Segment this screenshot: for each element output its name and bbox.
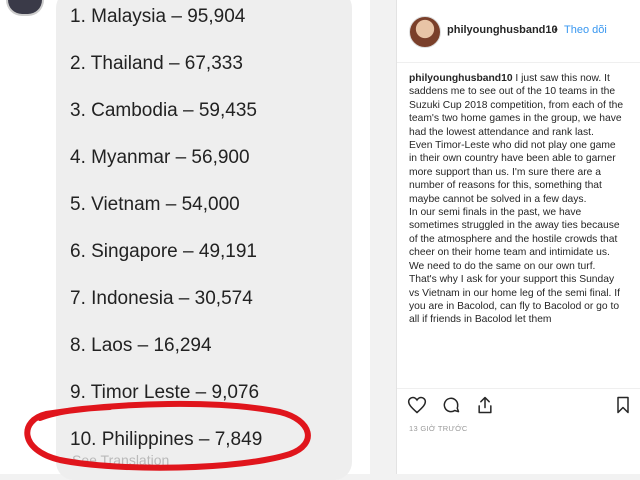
share-icon[interactable]	[475, 395, 495, 415]
post-caption: philyounghusband10 I just saw this now. …	[409, 72, 625, 382]
list-item: 2. Thailand – 67,333	[70, 53, 243, 74]
caption-paragraph: philyounghusband10 I just saw this now. …	[409, 72, 625, 139]
heart-icon[interactable]	[407, 395, 427, 415]
post-panel: philyounghusband10 • Theo dõi philyoungh…	[396, 0, 640, 474]
list-item: 7. Indonesia – 30,574	[70, 288, 253, 309]
separator-dot: •	[554, 24, 558, 36]
post-timestamp: 13 GIỜ TRƯỚC	[409, 424, 468, 433]
commenter-avatar	[6, 0, 44, 16]
list-item: 8. Laos – 16,294	[70, 335, 212, 356]
bookmark-icon[interactable]	[613, 395, 633, 415]
caption-paragraph: That's why I ask for your support this S…	[409, 274, 621, 326]
follow-button[interactable]: Theo dõi	[564, 24, 607, 36]
post-header: philyounghusband10 • Theo dõi	[397, 0, 640, 63]
list-item: 5. Vietnam – 54,000	[70, 194, 240, 215]
comment-icon[interactable]	[441, 395, 461, 415]
list-item: 3. Cambodia – 59,435	[70, 100, 257, 121]
post-username[interactable]: philyounghusband10	[447, 24, 558, 36]
avatar[interactable]	[409, 16, 441, 48]
list-item: 1. Malaysia – 95,904	[70, 6, 246, 27]
shared-image: 1. Malaysia – 95,904 2. Thailand – 67,33…	[0, 0, 370, 480]
list-item: 4. Myanmar – 56,900	[70, 147, 250, 168]
highlight-circle	[24, 400, 311, 471]
caption-username[interactable]: philyounghusband10	[409, 73, 513, 84]
caption-paragraph: Even Timor-Leste who did not play one ga…	[409, 140, 616, 205]
list-item: 6. Singapore – 49,191	[70, 241, 257, 262]
caption-paragraph: In our semi finals in the past, we have …	[409, 207, 620, 272]
action-bar	[397, 388, 640, 419]
